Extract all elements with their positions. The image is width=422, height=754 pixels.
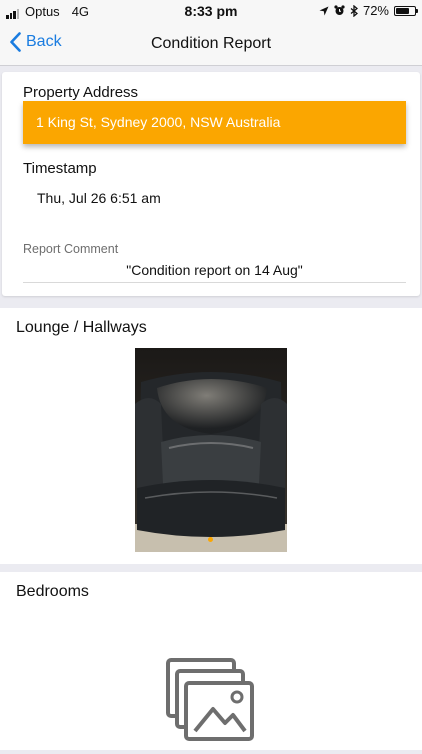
comment-underline xyxy=(23,282,406,283)
nav-bar: Back Condition Report xyxy=(0,22,422,66)
armchair-image xyxy=(135,348,287,552)
section-title: Lounge / Hallways xyxy=(16,319,147,336)
page-indicator-dot[interactable] xyxy=(208,537,213,542)
comment-label: Report Comment xyxy=(23,242,119,256)
timestamp-label: Timestamp xyxy=(23,160,97,177)
address-field[interactable]: 1 King St, Sydney 2000, NSW Australia xyxy=(23,101,406,144)
timestamp-value[interactable]: Thu, Jul 26 6:51 am xyxy=(37,190,161,206)
report-details-card: Property Address 1 King St, Sydney 2000,… xyxy=(2,72,420,296)
status-icons: 72% xyxy=(319,3,418,18)
alarm-icon xyxy=(334,5,345,15)
battery-percent: 72% xyxy=(362,3,389,18)
address-label: Property Address xyxy=(23,84,139,101)
section-lounge-hallways: Lounge / Hallways xyxy=(0,308,422,564)
battery-icon xyxy=(394,5,418,16)
battery-level xyxy=(396,7,409,14)
image-placeholder-icon[interactable] xyxy=(165,657,257,754)
leather-armchair-photo[interactable] xyxy=(135,348,287,552)
section-title: Bedrooms xyxy=(16,583,89,600)
location-icon xyxy=(319,6,329,15)
comment-field[interactable]: "Condition report on 14 Aug" xyxy=(23,262,406,278)
bluetooth-icon xyxy=(350,4,358,17)
section-bedrooms: Bedrooms xyxy=(0,572,422,750)
status-bar: Optus 4G 8:33 pm 72% xyxy=(0,0,422,22)
page-title: Condition Report xyxy=(150,35,272,52)
